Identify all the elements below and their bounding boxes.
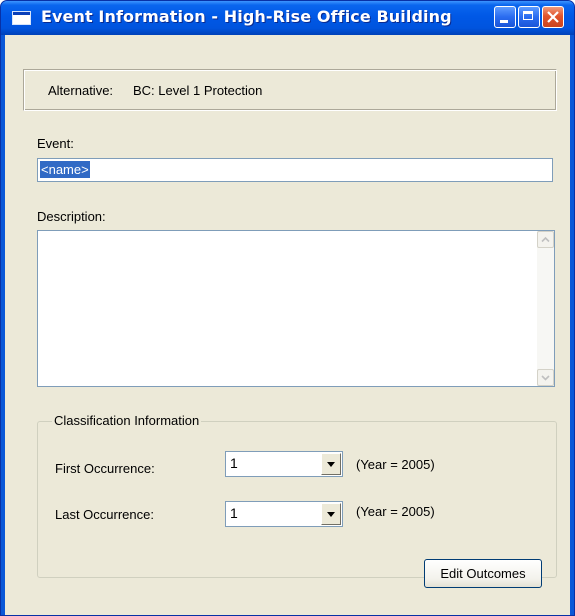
scroll-down-arrow-icon[interactable] — [537, 369, 554, 386]
first-occurrence-year: (Year = 2005) — [356, 457, 435, 472]
last-occurrence-year: (Year = 2005) — [356, 504, 435, 519]
last-occurrence-value: 1 — [230, 505, 238, 521]
close-x-glyph — [547, 11, 559, 23]
last-occurrence-select[interactable]: 1 — [225, 501, 343, 527]
first-occurrence-select[interactable]: 1 — [225, 451, 343, 477]
last-occurrence-label: Last Occurrence: — [55, 507, 154, 522]
minimize-icon[interactable] — [494, 6, 516, 28]
description-label: Description: — [37, 209, 106, 224]
scroll-up-arrow-icon[interactable] — [537, 231, 554, 248]
dropdown-arrow-icon[interactable] — [321, 453, 341, 475]
dropdown-arrow-icon[interactable] — [321, 503, 341, 525]
title-bar[interactable]: Event Information - High-Rise Office Bui… — [1, 1, 574, 35]
event-label: Event: — [37, 136, 74, 151]
description-scrollbar[interactable] — [537, 231, 554, 386]
alternative-value: BC: Level 1 Protection — [133, 83, 263, 98]
event-name-input[interactable]: <name> — [37, 158, 553, 182]
event-information-window: Event Information - High-Rise Office Bui… — [0, 0, 575, 616]
maximize-icon[interactable] — [518, 6, 540, 28]
classification-group-title: Classification Information — [52, 413, 202, 428]
description-textarea[interactable] — [37, 230, 555, 387]
edit-outcomes-button[interactable]: Edit Outcomes — [424, 559, 542, 588]
window-app-icon[interactable] — [12, 11, 31, 25]
event-name-selected-text: <name> — [40, 161, 90, 178]
close-icon[interactable] — [542, 6, 564, 28]
window-title: Event Information - High-Rise Office Bui… — [41, 7, 452, 26]
alternative-label: Alternative: — [48, 83, 114, 98]
dialog-client-area: Alternative: BC: Level 1 Protection Even… — [5, 35, 570, 615]
first-occurrence-value: 1 — [230, 455, 238, 471]
classification-group — [37, 421, 557, 578]
scroll-down-glyph — [541, 375, 550, 381]
scroll-up-glyph — [541, 236, 550, 243]
first-occurrence-label: First Occurrence: — [55, 461, 155, 476]
